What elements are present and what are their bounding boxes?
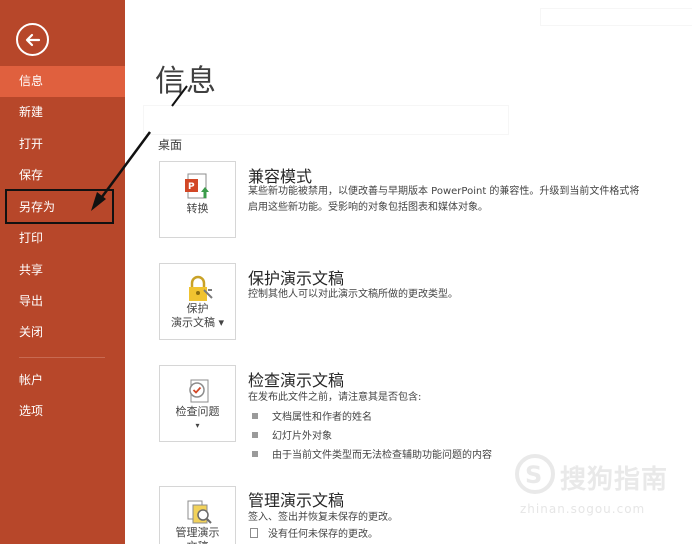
watermark-brand: 搜狗指南 bbox=[560, 465, 669, 495]
svg-text:S: S bbox=[525, 461, 542, 489]
watermark-url: zhinan.sogou.com bbox=[520, 502, 646, 516]
sogou-logo-icon: S bbox=[515, 454, 555, 494]
